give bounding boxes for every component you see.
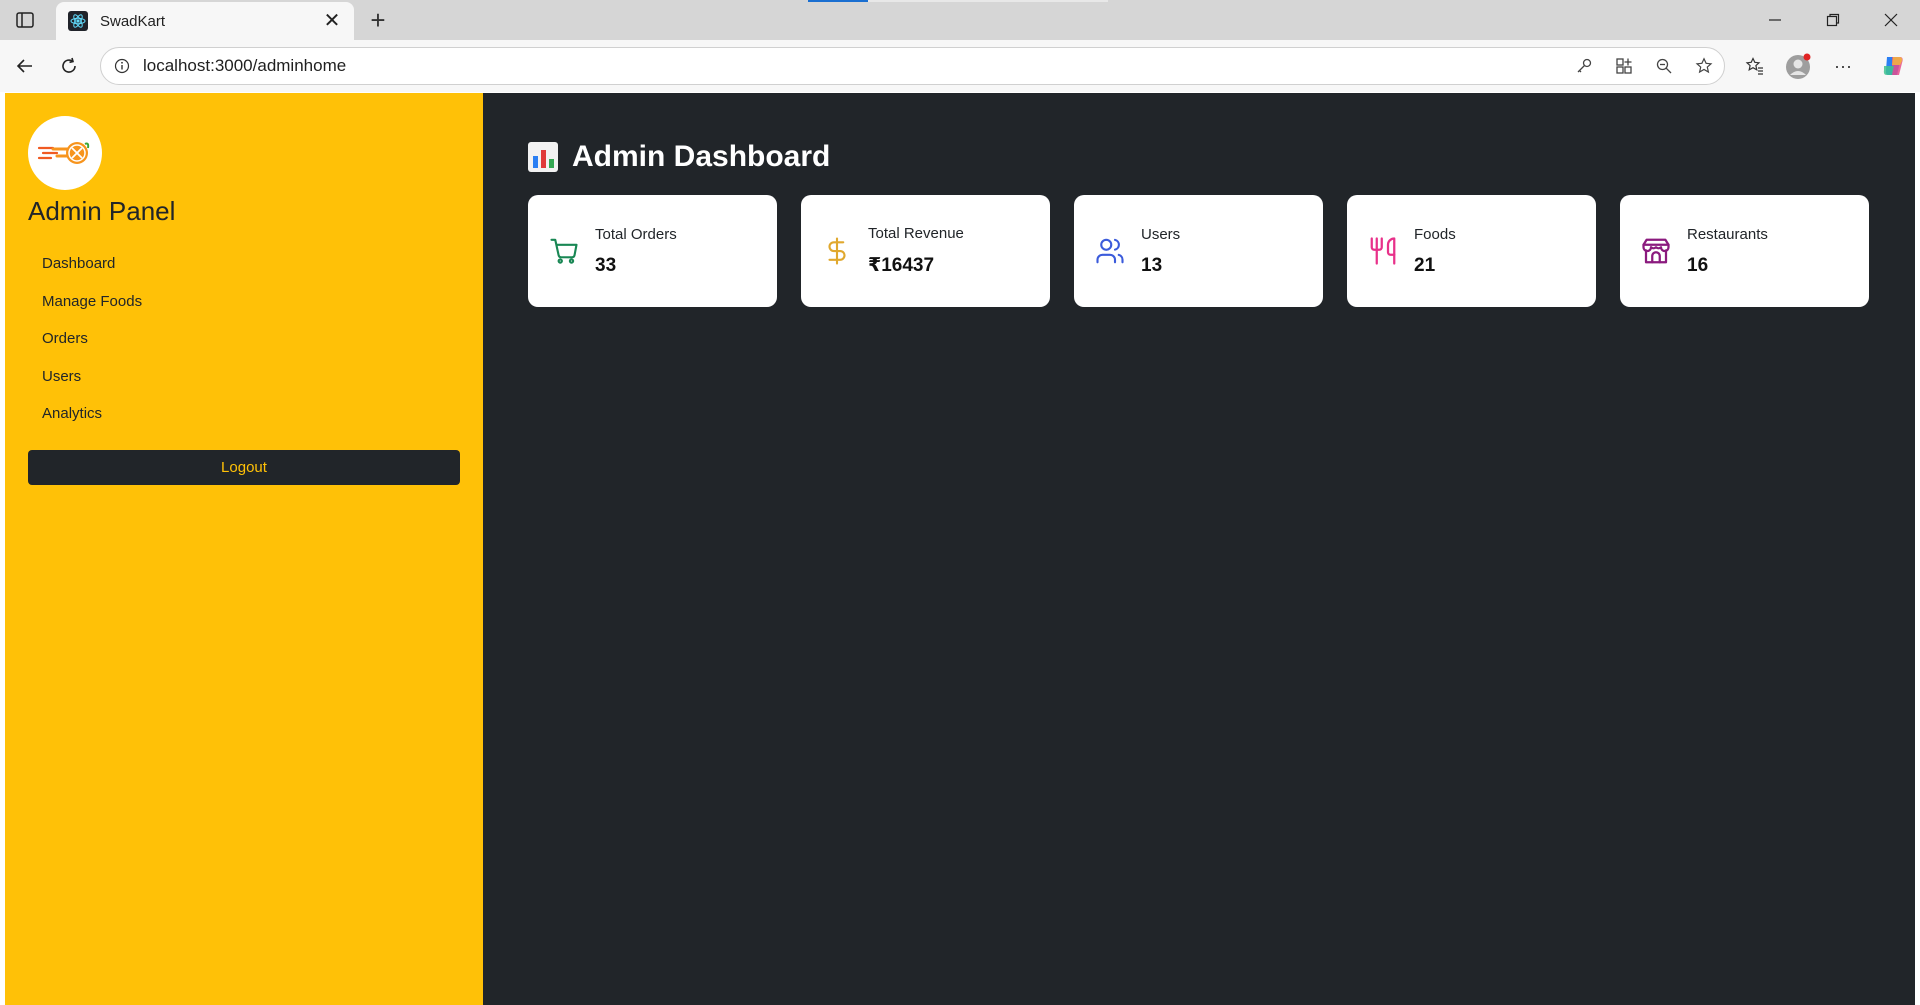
favorites-icon[interactable] [1738,50,1772,82]
card-value: 33 [595,254,617,276]
admin-sidebar: Admin Panel Dashboard Manage Foods Order… [5,93,483,1005]
new-tab-button[interactable]: + [364,6,392,34]
sidebar-toggle-icon[interactable] [14,10,36,30]
card-label: Total Revenue [868,225,964,242]
favorite-star-icon[interactable] [1684,47,1724,85]
utensils-icon [1367,235,1399,267]
minimize-icon[interactable] [1746,0,1804,40]
users-icon [1094,235,1126,267]
page-title: Admin Dashboard [528,137,1870,177]
window-controls [1746,0,1920,40]
zoom-out-icon[interactable] [1644,47,1684,85]
store-icon [1640,235,1672,267]
sidebar-item-manage-foods[interactable]: Manage Foods [28,283,460,321]
cart-icon [548,235,580,267]
card-value: ₹16437 [868,255,935,276]
card-value: 16 [1687,254,1709,276]
sidebar-item-dashboard[interactable]: Dashboard [28,245,460,283]
card-value: 13 [1141,254,1163,276]
react-favicon-icon [68,11,88,31]
more-options-icon[interactable]: ··· [1826,50,1860,82]
url-text[interactable]: localhost:3000/adminhome [143,56,1564,76]
tab-close-icon[interactable]: ✕ [322,11,342,31]
key-icon[interactable] [1564,47,1604,85]
stat-card-total-revenue: Total Revenue ₹16437 [801,195,1050,307]
stat-card-users: Users 13 [1074,195,1323,307]
loading-indicator [808,0,1108,2]
stats-cards: Total Orders 33 Total Revenue ₹16437 Use… [528,195,1870,307]
bar-chart-icon [528,142,558,172]
card-label: Total Orders [595,225,677,243]
apps-icon[interactable] [1604,47,1644,85]
refresh-icon[interactable] [55,52,83,80]
dollar-icon [821,235,853,267]
tab-title: SwadKart [100,12,166,30]
browser-toolbar: localhost:3000/adminhome ··· [0,40,1920,92]
stat-card-total-orders: Total Orders 33 [528,195,777,307]
copilot-icon[interactable] [1876,50,1910,82]
sidebar-nav: Dashboard Manage Foods Orders Users Anal… [28,245,460,433]
profile-avatar-icon[interactable] [1782,50,1816,82]
dashboard-main: Admin Dashboard Total Orders 33 Total Re… [483,93,1915,1005]
sidebar-item-analytics[interactable]: Analytics [28,395,460,433]
back-arrow-icon[interactable] [11,52,39,80]
sidebar-item-orders[interactable]: Orders [28,320,460,358]
restore-icon[interactable] [1804,0,1862,40]
card-value: 21 [1414,254,1436,276]
stat-card-foods: Foods 21 [1347,195,1596,307]
address-bar[interactable]: localhost:3000/adminhome [100,47,1725,85]
swadkart-logo [28,116,102,190]
page-title-text: Admin Dashboard [572,140,831,173]
logout-button[interactable]: Logout [28,449,460,485]
card-label: Restaurants [1687,225,1768,243]
site-info-icon[interactable] [113,57,131,75]
sidebar-item-users[interactable]: Users [28,358,460,396]
stat-card-restaurants: Restaurants 16 [1620,195,1869,307]
card-label: Users [1141,225,1181,243]
app-root: Admin Panel Dashboard Manage Foods Order… [5,93,1915,1005]
admin-panel-title: Admin Panel [28,196,176,226]
close-window-icon[interactable] [1862,0,1920,40]
browser-tab[interactable]: SwadKart ✕ [56,2,354,40]
browser-titlebar: SwadKart ✕ + [0,0,1920,40]
card-label: Foods [1414,225,1456,243]
